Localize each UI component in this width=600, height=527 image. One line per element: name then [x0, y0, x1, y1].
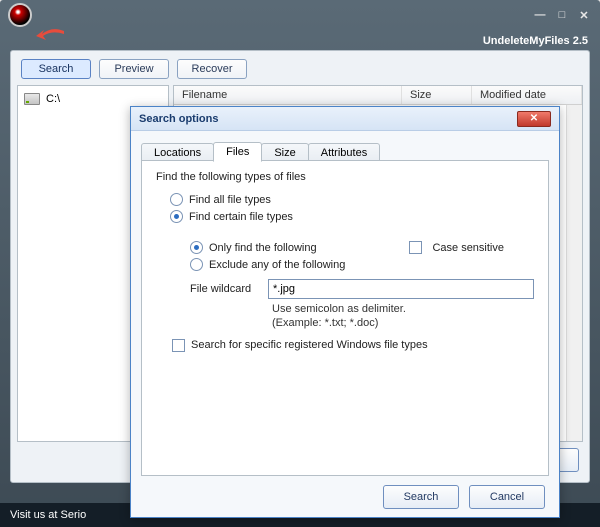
- row-registered-types[interactable]: Search for specific registered Windows f…: [172, 339, 534, 352]
- row-wildcard: File wildcard: [190, 279, 534, 299]
- label-find-all: Find all file types: [189, 194, 271, 206]
- dialog-search-button[interactable]: Search: [383, 485, 459, 509]
- footer-text: Visit us at Serio: [10, 509, 86, 521]
- col-size[interactable]: Size: [402, 86, 472, 104]
- wildcard-hint-1: Use semicolon as delimiter.: [272, 303, 534, 317]
- dialog-body: Locations Files Size Attributes Find the…: [131, 131, 559, 477]
- drive-icon: [24, 93, 40, 105]
- tab-pane-files: Find the following types of files Find a…: [141, 160, 549, 476]
- label-wildcard: File wildcard: [190, 283, 268, 295]
- toolbar: Search Preview Recover: [17, 57, 583, 85]
- col-modified[interactable]: Modified date: [472, 86, 582, 104]
- recover-button[interactable]: Recover: [177, 59, 247, 79]
- radio-only-find[interactable]: [190, 241, 203, 254]
- checkbox-registered-types[interactable]: [172, 339, 185, 352]
- brand-bar: UndeleteMyFiles 2.5: [0, 30, 600, 52]
- label-registered-types: Search for specific registered Windows f…: [191, 339, 428, 351]
- dialog-cancel-button[interactable]: Cancel: [469, 485, 545, 509]
- row-find-certain[interactable]: Find certain file types: [170, 210, 534, 223]
- list-header: Filename Size Modified date: [174, 86, 582, 105]
- row-only-find[interactable]: Only find the following Case sensitive: [190, 241, 534, 254]
- label-case-sensitive: Case sensitive: [432, 242, 504, 254]
- preview-button[interactable]: Preview: [99, 59, 169, 79]
- drive-label: C:\: [46, 93, 60, 105]
- window-controls: — □ ✕: [532, 7, 592, 23]
- col-filename[interactable]: Filename: [174, 86, 402, 104]
- radio-exclude[interactable]: [190, 258, 203, 271]
- label-only-find: Only find the following: [209, 242, 317, 254]
- brand-label: UndeleteMyFiles 2.5: [483, 35, 588, 47]
- dialog-footer: Search Cancel: [131, 477, 559, 517]
- maximize-button[interactable]: □: [554, 7, 570, 23]
- close-button[interactable]: ✕: [576, 7, 592, 23]
- search-options-dialog: Search options ✕ Locations Files Size At…: [130, 106, 560, 518]
- tab-strip: Locations Files Size Attributes: [141, 139, 549, 161]
- search-button[interactable]: Search: [21, 59, 91, 79]
- row-find-all[interactable]: Find all file types: [170, 193, 534, 206]
- dialog-title: Search options: [139, 113, 218, 125]
- wildcard-hint-2: (Example: *.txt; *.doc): [272, 317, 534, 331]
- app-logo-icon: [8, 3, 32, 27]
- radio-find-certain[interactable]: [170, 210, 183, 223]
- pane-description: Find the following types of files: [156, 171, 534, 183]
- tab-files[interactable]: Files: [213, 142, 262, 162]
- label-exclude: Exclude any of the following: [209, 259, 345, 271]
- minimize-button[interactable]: —: [532, 7, 548, 23]
- row-exclude[interactable]: Exclude any of the following: [190, 258, 534, 271]
- radio-find-all[interactable]: [170, 193, 183, 206]
- titlebar: — □ ✕: [0, 0, 600, 30]
- label-find-certain: Find certain file types: [189, 211, 293, 223]
- checkbox-case-sensitive[interactable]: [409, 241, 422, 254]
- dialog-titlebar[interactable]: Search options ✕: [131, 107, 559, 131]
- dialog-close-button[interactable]: ✕: [517, 111, 551, 127]
- vertical-scrollbar[interactable]: [566, 105, 582, 441]
- back-arrow-icon: [36, 28, 66, 44]
- wildcard-input[interactable]: [268, 279, 534, 299]
